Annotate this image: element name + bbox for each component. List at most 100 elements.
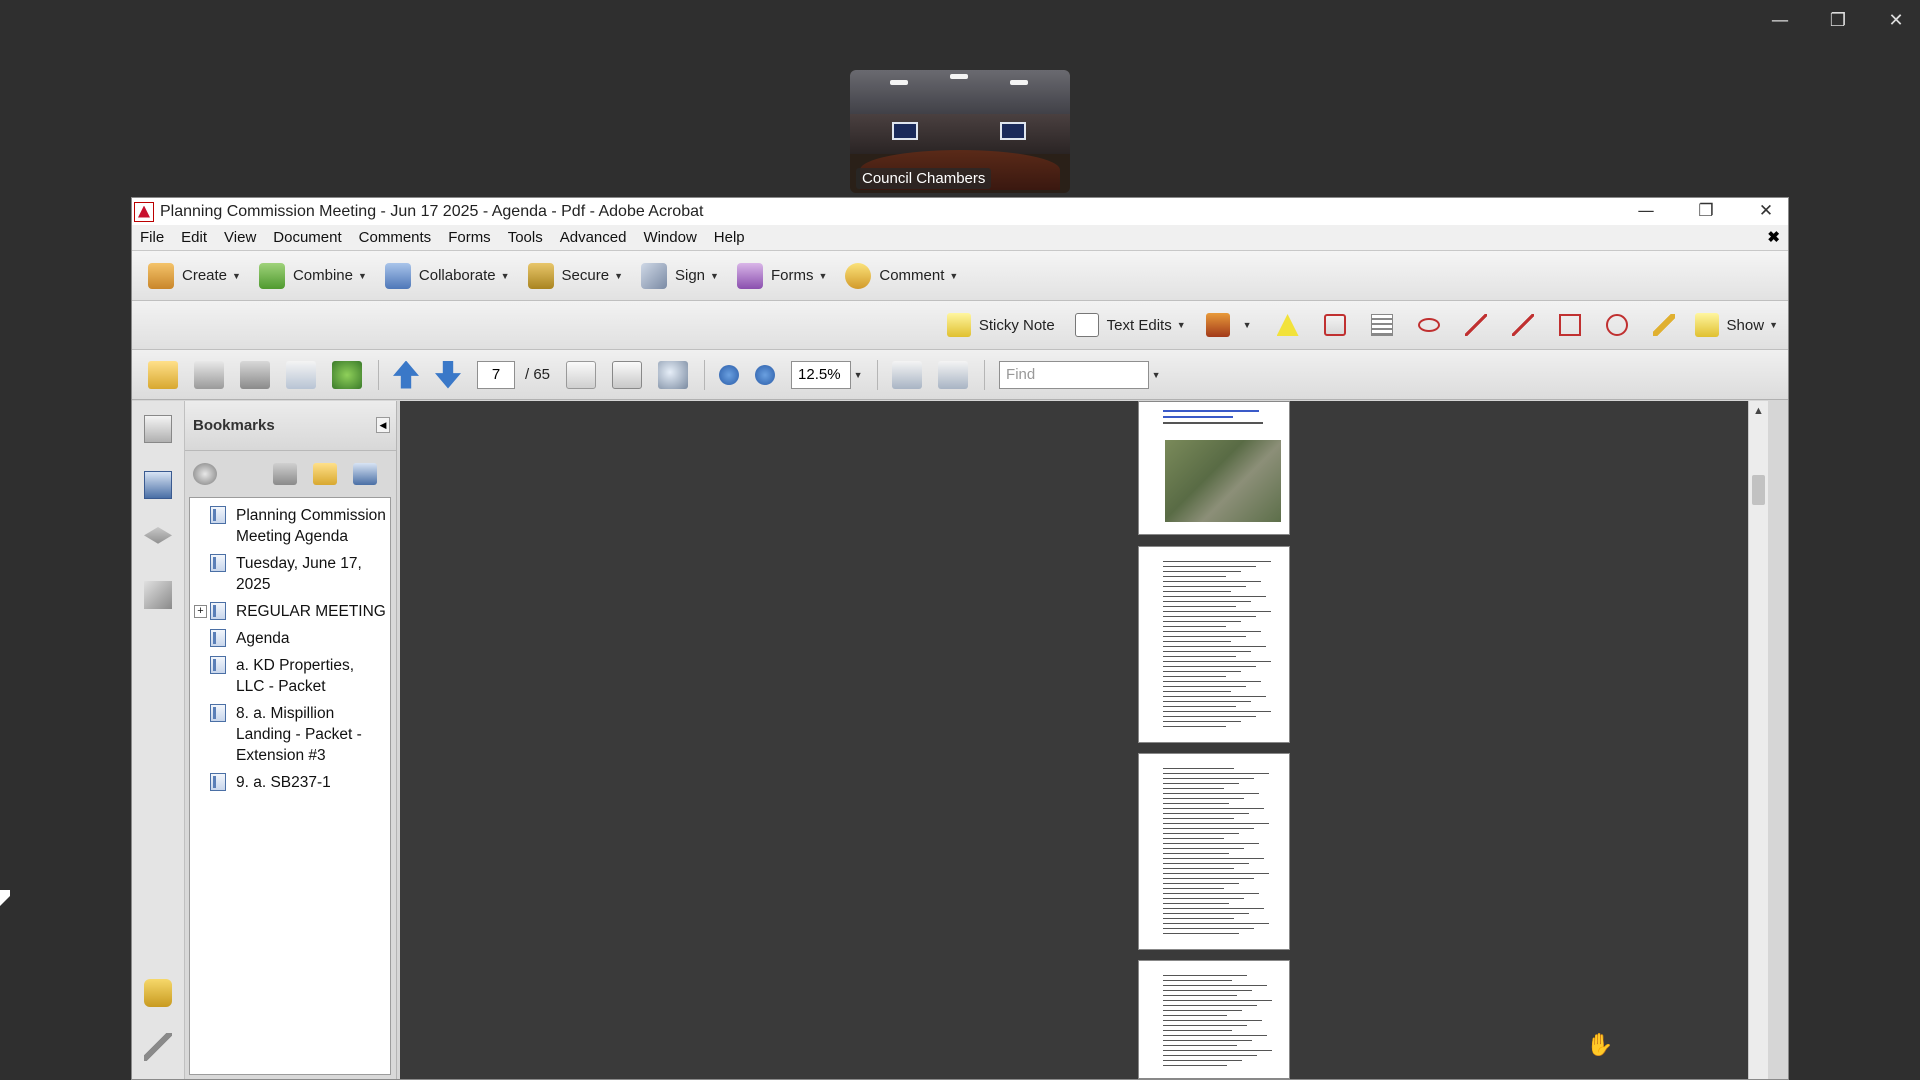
page-thumbnail[interactable] [1138,753,1290,950]
email-icon[interactable] [286,360,316,389]
stamp-icon [1205,313,1230,337]
page-thumbnail[interactable] [1138,960,1290,1079]
hand-tool-icon[interactable] [612,360,643,389]
menu-comments[interactable]: Comments [359,229,432,246]
secure-button[interactable]: Secure ▼ [527,262,623,289]
outer-close-button[interactable]: ✕ [1884,10,1908,31]
restore-button[interactable]: ❐ [1694,198,1718,225]
stamp-button[interactable]: ▼ [1205,313,1252,337]
highlight-icon[interactable] [1276,314,1299,336]
outer-minimize-button[interactable]: — [1768,10,1792,31]
text-line [1163,913,1249,914]
menu-forms[interactable]: Forms [448,229,491,246]
print-icon[interactable] [194,360,224,389]
collaborate-button[interactable]: Collaborate ▼ [384,262,510,289]
options-gear-icon[interactable] [193,463,217,485]
menu-advanced[interactable]: Advanced [560,229,627,246]
bookmark-item[interactable]: Agenda [190,625,390,652]
layers-icon[interactable] [144,527,172,544]
bookmark-item[interactable]: + REGULAR MEETING [190,598,390,625]
scroll-thumb[interactable] [1752,475,1765,505]
select-tool-icon[interactable] [566,360,597,389]
cloud-icon[interactable] [1417,318,1440,332]
forms-button[interactable]: Forms ▼ [736,262,827,289]
open-icon[interactable] [148,360,178,389]
save-icon[interactable] [240,360,270,389]
bookmarks-icon[interactable] [144,471,172,499]
workspace: Bookmarks ◀ Planning Commission Meeting … [132,401,1788,1079]
collapse-panel-icon[interactable]: ◀ [376,417,390,433]
outer-restore-button[interactable]: ❐ [1826,10,1850,31]
previous-page-icon[interactable] [393,360,419,389]
scroll-up-icon[interactable]: ▲ [1749,401,1768,421]
share-icon[interactable] [332,360,362,389]
expand-bookmark-icon[interactable] [353,463,377,485]
zoom-out-icon[interactable] [719,364,740,385]
close-button[interactable]: ✕ [1754,198,1778,225]
oval-icon[interactable] [1605,314,1628,336]
text-line [1163,651,1251,652]
page-thumbnail[interactable] [1138,546,1290,743]
minimize-button[interactable]: — [1634,198,1658,225]
bookmark-item[interactable]: Tuesday, June 17, 2025 [190,550,390,598]
expand-icon[interactable]: + [194,605,207,618]
delete-bookmark-icon[interactable] [273,463,297,485]
fit-page-icon[interactable] [938,360,969,389]
document-view[interactable]: ▲ ✋ [400,401,1768,1079]
bookmarks-title: Bookmarks [193,417,275,434]
show-button[interactable]: Show ▼ [1694,313,1778,337]
comment-button[interactable]: Comment ▼ [845,262,958,289]
callout-icon[interactable] [1323,314,1346,336]
create-button[interactable]: Create ▼ [148,262,241,289]
combine-button[interactable]: Combine ▼ [258,262,367,289]
arrow-icon[interactable] [1464,314,1487,336]
bookmark-item[interactable]: a. KD Properties, LLC - Packet [190,652,390,700]
menu-edit[interactable]: Edit [181,229,207,246]
menu-view[interactable]: View [224,229,256,246]
rectangle-icon[interactable] [1558,314,1581,336]
close-document-button[interactable]: ✖ [1767,228,1780,246]
text-line [1163,908,1264,909]
sign-button[interactable]: Sign ▼ [641,262,719,289]
menu-help[interactable]: Help [714,229,745,246]
signatures-icon[interactable] [144,581,172,609]
camera-thumbnail[interactable]: Council Chambers [850,70,1070,193]
find-dropdown-icon[interactable]: ▼ [1149,361,1163,389]
scrolling-mode-icon[interactable] [892,360,923,389]
bookmark-item[interactable]: Planning Commission Meeting Agenda [190,502,390,550]
zoom-tool-icon[interactable] [658,360,689,389]
zoom-in-icon[interactable] [755,364,776,385]
bookmark-item[interactable]: 8. a. Mispillion Landing - Packet - Exte… [190,700,390,769]
comments-panel-icon[interactable] [144,979,172,1007]
toolbar-divider [877,359,879,390]
pencil-icon[interactable] [1652,314,1675,336]
textbox-icon[interactable] [1370,314,1393,336]
page-thumbnail[interactable] [1138,401,1290,535]
menu-file[interactable]: File [140,229,164,246]
bookmark-item[interactable]: 9. a. SB237-1 [190,769,390,796]
line-icon[interactable] [1511,314,1534,336]
new-bookmark-icon[interactable] [313,463,337,485]
pages-icon[interactable] [144,415,172,443]
text-line [1163,808,1264,809]
zoom-dropdown-icon[interactable]: ▼ [851,361,865,389]
find-input[interactable]: Find [999,360,1150,389]
text-line [1163,858,1264,859]
zoom-level-input[interactable]: 12.5% [791,360,852,389]
text-line [1163,621,1241,622]
text-line [1163,711,1271,712]
text-line [1163,923,1269,924]
menu-tools[interactable]: Tools [508,229,543,246]
sticky-note-button[interactable]: Sticky Note [946,313,1055,337]
menu-window[interactable]: Window [643,229,696,246]
text-line [1163,641,1231,642]
page-number-input[interactable]: 7 [477,360,515,389]
attachments-icon[interactable] [144,1033,172,1061]
menu-document[interactable]: Document [273,229,341,246]
next-page-icon[interactable] [435,360,461,389]
bookmark-icon [210,773,226,791]
text-edits-button[interactable]: Text Edits ▼ [1074,313,1186,337]
text-line [1163,843,1259,844]
vertical-scrollbar[interactable]: ▲ [1748,401,1768,1079]
